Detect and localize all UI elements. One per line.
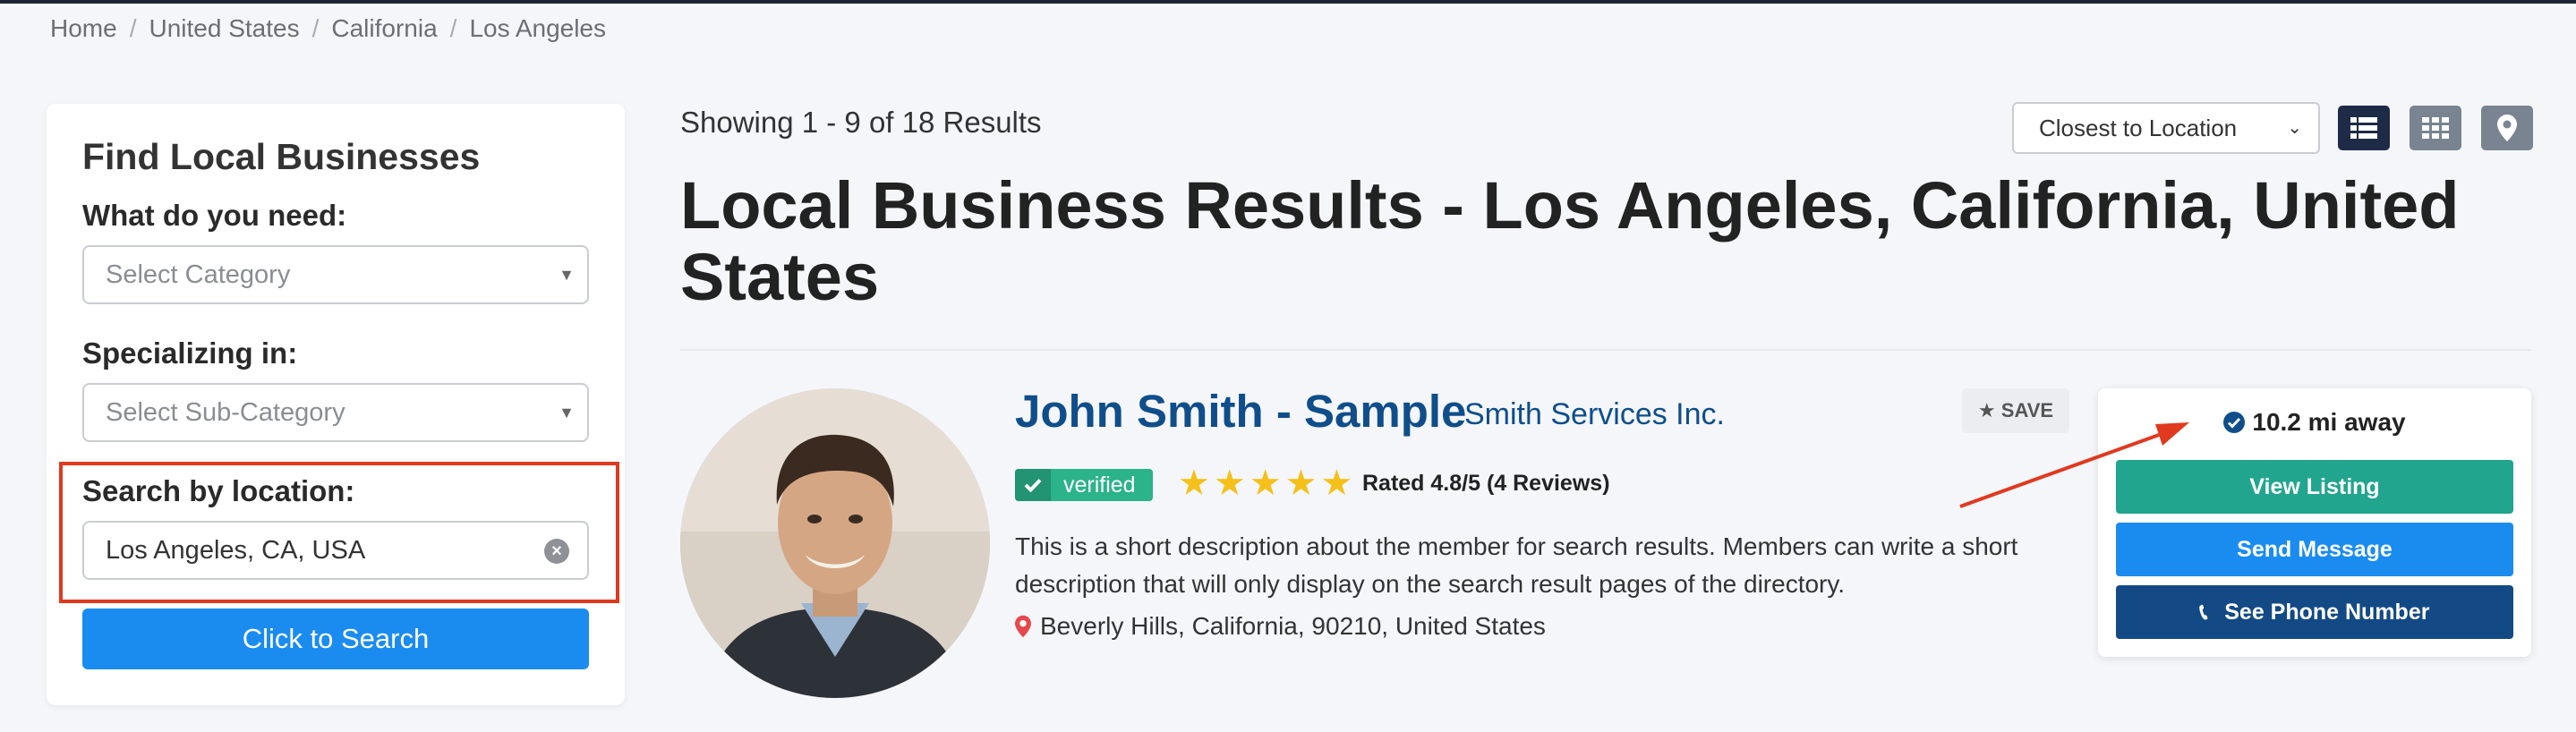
chevron-down-icon: ⌄ xyxy=(2287,118,2302,138)
list-view-icon xyxy=(2350,117,2377,139)
sidebar-title: Find Local Businesses xyxy=(82,136,481,177)
category-select[interactable]: Select Category ▼ xyxy=(82,245,589,304)
location-text: Beverly Hills, California, 90210, United… xyxy=(1040,612,1546,640)
star-icon: ★ xyxy=(1320,464,1353,503)
breadcrumb-city: Los Angeles xyxy=(469,14,607,42)
map-marker-icon xyxy=(1015,615,1031,638)
star-icon: ★ xyxy=(1249,464,1282,503)
verified-label: verified xyxy=(1063,472,1136,498)
breadcrumb-country[interactable]: United States xyxy=(149,14,299,43)
see-phone-button[interactable]: 📞︎ See Phone Number xyxy=(2116,585,2513,639)
save-button-label: SAVE xyxy=(2000,399,2054,421)
breadcrumb-state[interactable]: California xyxy=(331,14,437,43)
category-select-placeholder: Select Category xyxy=(106,260,291,289)
list-view-button[interactable] xyxy=(2338,106,2390,150)
search-button[interactable]: Click to Search xyxy=(82,609,589,669)
subcategory-select-placeholder: Select Sub-Category xyxy=(106,398,345,427)
map-pin-icon xyxy=(2497,115,2517,141)
check-icon xyxy=(1015,469,1051,501)
grid-view-icon xyxy=(2422,117,2449,139)
caret-down-icon: ▼ xyxy=(559,404,575,421)
member-description: This is a short description about the me… xyxy=(1015,532,2018,598)
breadcrumb-home[interactable]: Home xyxy=(50,14,117,43)
divider xyxy=(680,349,2531,351)
star-icon: ★ xyxy=(1284,464,1318,503)
distance: 10.2 mi away xyxy=(2098,408,2531,437)
verified-badge: verified xyxy=(1015,469,1153,501)
member-name[interactable]: John Smith - Sample xyxy=(1015,385,1466,438)
save-button[interactable]: ★ SAVE xyxy=(1962,388,2069,433)
breadcrumb-separator: / xyxy=(129,14,137,42)
location-label: Search by location: xyxy=(82,474,355,507)
sort-select[interactable]: Closest to Location ⌄ xyxy=(2012,102,2320,154)
star-icon: ★ xyxy=(1178,464,1210,503)
search-sidebar: Find Local Businesses What do you need: … xyxy=(47,104,625,705)
page-title: Local Business Results - Los Angeles, Ca… xyxy=(680,168,2460,314)
member-avatar[interactable] xyxy=(680,388,990,698)
location-input-value: Los Angeles, CA, USA xyxy=(106,536,366,565)
star-icon: ★ xyxy=(1977,399,1996,421)
sort-select-value: Closest to Location xyxy=(2039,115,2238,141)
distance-text: 10.2 mi away xyxy=(2252,408,2406,436)
caret-down-icon: ▼ xyxy=(559,266,575,284)
rating-stars: ★ ★ ★ ★ ★ xyxy=(1178,464,1352,503)
top-border xyxy=(0,0,2576,4)
subcategory-select[interactable]: Select Sub-Category ▼ xyxy=(82,383,589,442)
check-circle-icon xyxy=(2223,412,2246,433)
send-message-button[interactable]: Send Message xyxy=(2116,523,2513,576)
map-view-button[interactable] xyxy=(2481,106,2533,150)
breadcrumb: Home / United States / California / Los … xyxy=(50,14,606,43)
breadcrumb-separator: / xyxy=(449,14,457,42)
avatar-photo xyxy=(680,388,990,698)
location-input[interactable]: Los Angeles, CA, USA × xyxy=(82,521,589,580)
member-location: Beverly Hills, California, 90210, United… xyxy=(1015,612,1546,641)
breadcrumb-separator: / xyxy=(311,14,320,42)
clear-icon[interactable]: × xyxy=(544,539,569,564)
specializing-label: Specializing in: xyxy=(82,336,298,370)
company-name[interactable]: Smith Services Inc. xyxy=(1464,397,1725,432)
need-label: What do you need: xyxy=(82,199,347,232)
action-card: 10.2 mi away View Listing Send Message 📞… xyxy=(2098,388,2531,657)
star-icon: ★ xyxy=(1213,464,1246,503)
grid-view-button[interactable] xyxy=(2410,106,2461,150)
view-listing-button[interactable]: View Listing xyxy=(2116,460,2513,514)
results-count: Showing 1 - 9 of 18 Results xyxy=(680,106,1042,139)
rating-text: Rated 4.8/5 (4 Reviews) xyxy=(1362,471,1610,496)
see-phone-label: See Phone Number xyxy=(2224,600,2430,625)
phone-icon: 📞︎ xyxy=(2199,600,2208,625)
